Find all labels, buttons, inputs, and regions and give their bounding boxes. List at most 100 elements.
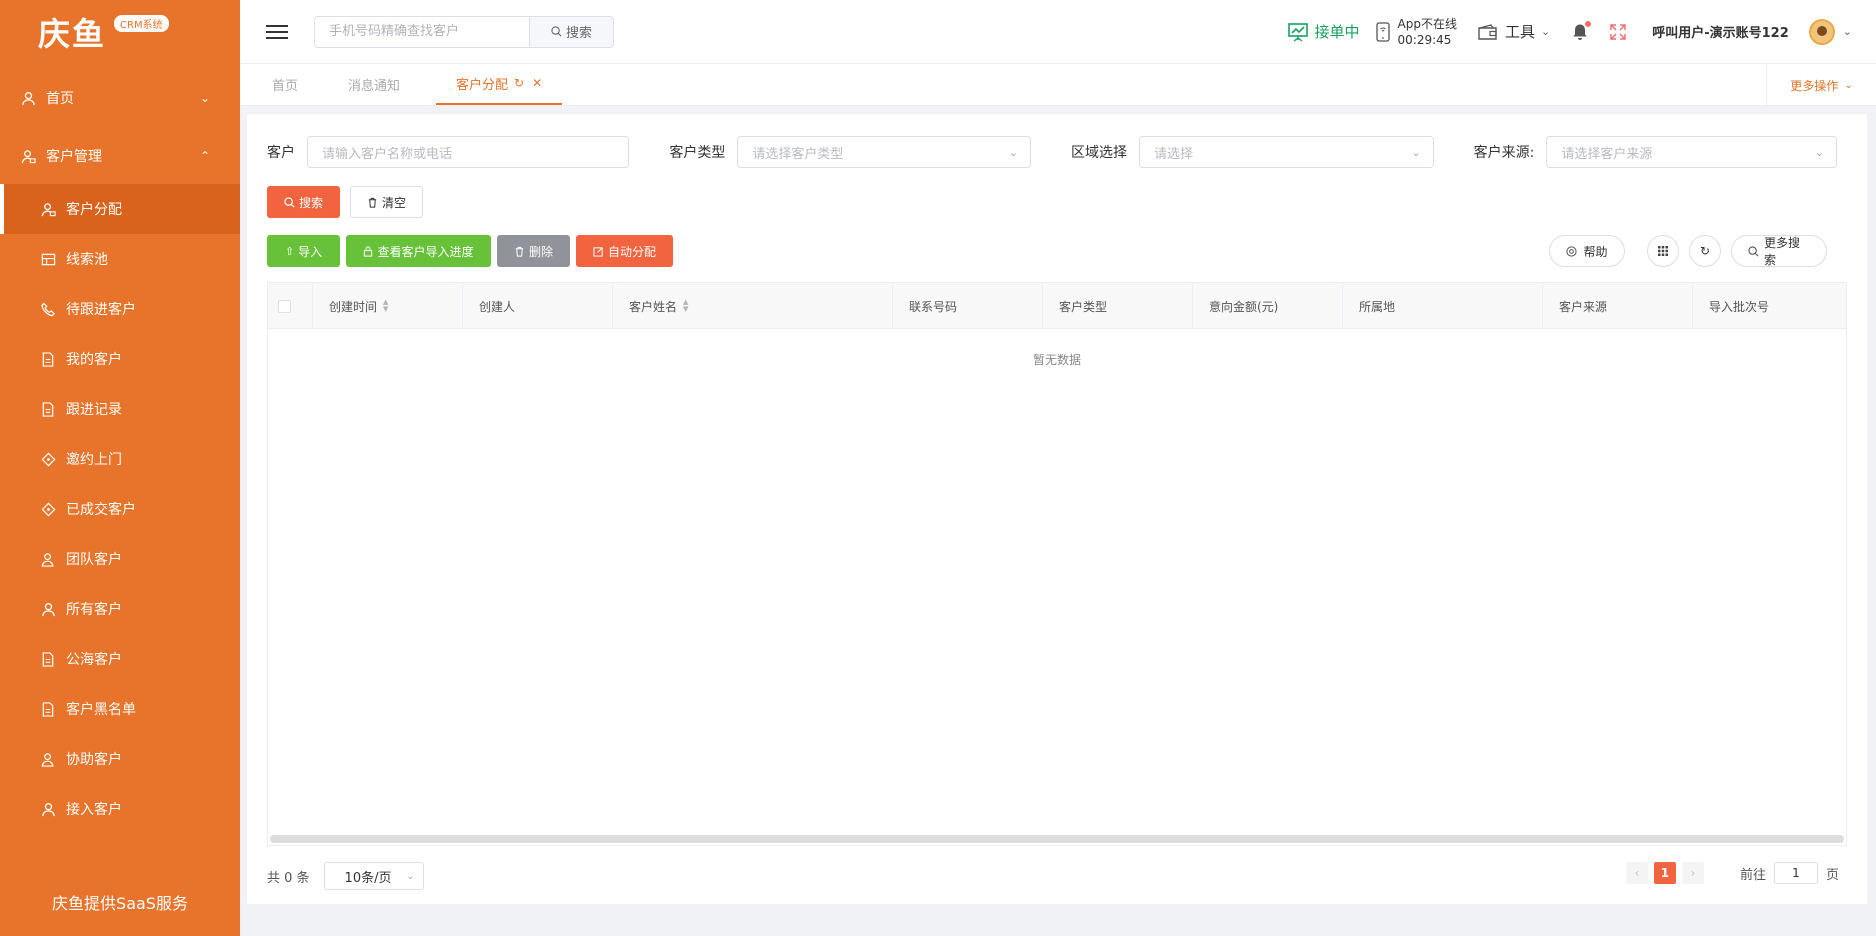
wallet-icon: [1477, 23, 1499, 41]
customer-type-label: 客户类型: [669, 145, 726, 161]
view-import-progress-button[interactable]: 查看客户导入进度: [346, 235, 491, 267]
tab-home[interactable]: 首页: [252, 63, 318, 105]
column-label: 导入批次号: [1709, 299, 1770, 314]
import-button[interactable]: ⇧ 导入: [267, 235, 340, 267]
page-size-select[interactable]: 10条/页 ⌄: [323, 862, 424, 890]
phone-search-input[interactable]: [315, 16, 529, 47]
sort-icon[interactable]: ▲ ▼: [383, 299, 388, 313]
logo-text: 庆鱼: [38, 15, 107, 53]
sidebar-item-1[interactable]: 线索池: [0, 234, 240, 284]
sidebar-item-8[interactable]: 所有客户: [0, 584, 240, 634]
customer-source-placeholder: 请选择客户来源: [1561, 146, 1653, 162]
view-import-progress-label: 查看客户导入进度: [377, 244, 474, 259]
customer-input[interactable]: 请输入客户名称或电话: [307, 136, 630, 168]
auto-assign-button[interactable]: 自动分配: [576, 235, 673, 267]
column-label: 创建人: [479, 299, 516, 314]
sidebar-item-label: 已成交客户: [66, 502, 136, 518]
sidebar-item-4[interactable]: 跟进记录: [0, 384, 240, 434]
customer-type-placeholder: 请选择客户类型: [752, 146, 844, 162]
column-label: 创建时间: [329, 299, 378, 314]
sidebar-item-0[interactable]: 客户分配: [0, 184, 240, 234]
tools-menu[interactable]: 工具 ⌄: [1477, 21, 1550, 42]
user-icon: [40, 601, 56, 617]
mobile-phone-icon: [1375, 21, 1390, 42]
phone-search-button[interactable]: 搜索: [529, 16, 613, 47]
goto-page-input[interactable]: [1773, 862, 1818, 884]
sidebar-group-customer-management[interactable]: 客户管理 ⌃: [0, 128, 240, 184]
help-icon: [1566, 245, 1578, 257]
order-status[interactable]: 接单中: [1287, 21, 1360, 42]
column-customer-name[interactable]: 客户姓名 ▲ ▼: [613, 283, 893, 329]
sidebar-item-10[interactable]: 客户黑名单: [0, 684, 240, 734]
page-size-value: 10条/页: [344, 870, 392, 886]
sidebar-item-label: 邀约上门: [66, 452, 122, 468]
sidebar-item-11[interactable]: 协助客户: [0, 734, 240, 784]
sidebar-item-6[interactable]: 已成交客户: [0, 484, 240, 534]
clear-button[interactable]: 清空: [350, 186, 423, 218]
horizontal-scrollbar[interactable]: [270, 835, 1844, 843]
tab-customer-assign[interactable]: 客户分配 ↻ ✕: [436, 63, 563, 105]
chevron-down-icon: ⌄: [1541, 25, 1551, 38]
user-icon: [20, 90, 36, 106]
column-label: 联系号码: [909, 299, 958, 314]
more-search-label: 更多搜索: [1764, 236, 1801, 267]
fullscreen-toggle[interactable]: [1610, 23, 1626, 40]
sidebar-item-9[interactable]: 公海客户: [0, 634, 240, 684]
sidebar-item-7[interactable]: 团队客户: [0, 534, 240, 584]
sidebar-item-home[interactable]: 首页 ⌄: [0, 70, 240, 126]
import-button-label: 导入: [298, 244, 323, 259]
page-number[interactable]: 1: [1653, 862, 1676, 884]
delete-button-label: 删除: [528, 244, 553, 259]
top-header: 搜索 接单中 App不在线 00:29:45 工具 ⌄: [240, 0, 1876, 64]
region-select[interactable]: 请选择 ⌄: [1139, 136, 1434, 168]
more-operations-button[interactable]: 更多操作 ⌄: [1766, 64, 1876, 106]
delete-button[interactable]: 删除: [497, 235, 570, 267]
sidebar-item-12[interactable]: 接入客户: [0, 784, 240, 834]
tag-icon: [40, 451, 56, 467]
tab-notifications[interactable]: 消息通知: [328, 63, 420, 105]
column-location: 所属地: [1343, 283, 1543, 329]
chevron-down-icon: ⌄: [1814, 145, 1824, 159]
expand-icon: [1610, 23, 1626, 40]
region-label: 区域选择: [1071, 145, 1127, 161]
column-created-time[interactable]: 创建时间 ▲ ▼: [313, 283, 463, 329]
sidebar-item-5[interactable]: 邀约上门: [0, 434, 240, 484]
chevron-up-icon: ⌃: [199, 149, 210, 163]
notification-bell[interactable]: [1572, 20, 1592, 41]
column-import-batch: 导入批次号: [1693, 283, 1846, 329]
region-placeholder: 请选择: [1154, 146, 1194, 162]
search-button[interactable]: 搜索: [267, 186, 340, 218]
help-button[interactable]: 帮助: [1549, 235, 1625, 267]
refresh-button[interactable]: ↻: [1689, 235, 1721, 267]
sidebar-item-label: 客户黑名单: [66, 702, 136, 718]
avatar[interactable]: [1808, 18, 1835, 45]
chevron-down-icon[interactable]: ⌄: [1843, 25, 1852, 38]
customer-source-select[interactable]: 请选择客户来源 ⌄: [1546, 136, 1837, 168]
column-settings-button[interactable]: [1647, 235, 1679, 267]
tab-label: 消息通知: [348, 78, 401, 94]
toolbar: ⇧ 导入 查看客户导入进度 删除 自动分配: [267, 235, 673, 267]
current-user-name[interactable]: 呼叫用户-演示账号122: [1652, 22, 1789, 41]
select-all-checkbox[interactable]: [278, 299, 291, 313]
menu-toggle-icon[interactable]: [266, 21, 288, 43]
customer-table: 创建时间 ▲ ▼ 创建人 客户姓名 ▲ ▼ 联系号码 客户类型 意向金额(元) 所属…: [267, 282, 1847, 846]
trash-icon: [367, 197, 378, 208]
next-page-button[interactable]: ›: [1681, 862, 1704, 884]
refresh-icon[interactable]: ↻: [514, 76, 524, 90]
sidebar-submenu: 客户分配线索池待跟进客户 我的客户 跟进记录邀约上门已成交客户团队客户所有客户公海客…: [0, 184, 240, 834]
column-label: 所属地: [1359, 299, 1396, 314]
order-status-label: 接单中: [1314, 23, 1360, 41]
customer-type-select[interactable]: 请选择客户类型 ⌄: [737, 136, 1031, 168]
sidebar-item-label: 线索池: [66, 252, 108, 268]
search-button-label: 搜索: [565, 26, 592, 41]
auto-assign-label: 自动分配: [607, 244, 656, 259]
goto-label: 前往: [1739, 867, 1766, 883]
prev-page-button[interactable]: ‹: [1625, 862, 1648, 884]
sidebar-item-label: 所有客户: [66, 602, 122, 618]
sidebar-item-3[interactable]: 我的客户: [0, 334, 240, 384]
sort-icon[interactable]: ▲ ▼: [683, 299, 688, 313]
close-icon[interactable]: ✕: [532, 76, 542, 90]
sidebar-item-2[interactable]: 待跟进客户: [0, 284, 240, 334]
more-search-button[interactable]: 更多搜索: [1731, 235, 1827, 267]
customers-icon: [20, 148, 36, 164]
